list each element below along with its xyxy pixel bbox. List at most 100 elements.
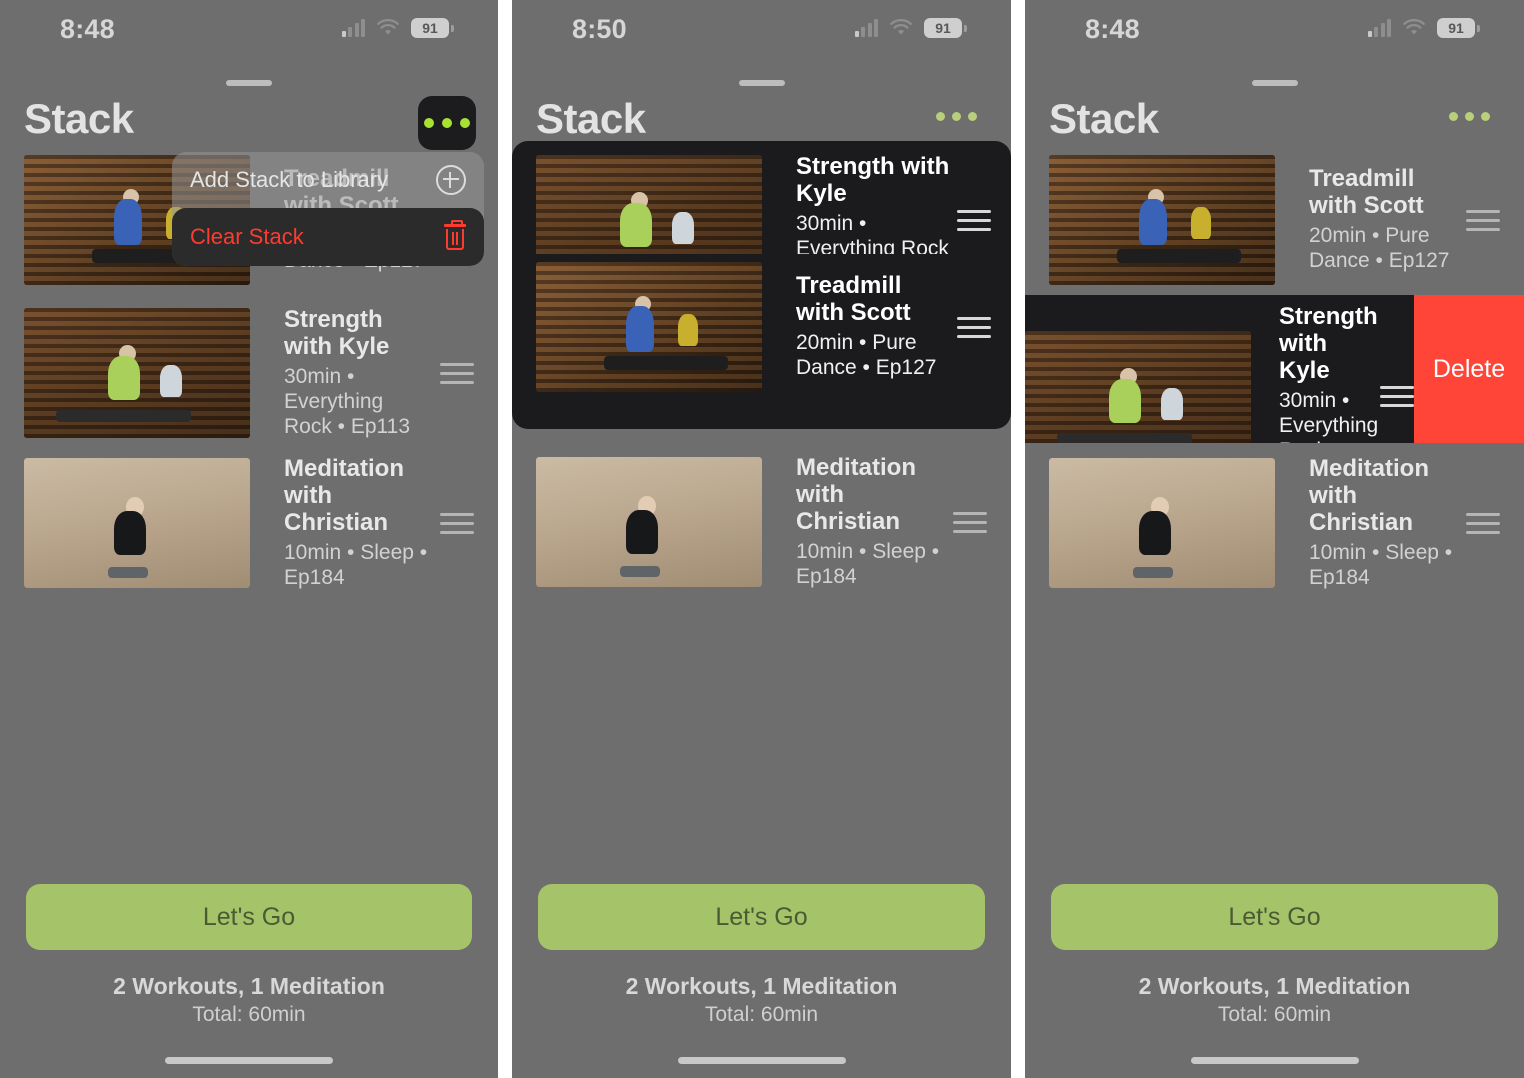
lets-go-button[interactable]: Let's Go xyxy=(26,884,472,950)
home-indicator xyxy=(165,1057,333,1064)
reorder-handle-icon[interactable] xyxy=(953,511,987,533)
list-item-subtitle: 10min • Sleep • Ep184 xyxy=(284,540,428,589)
wifi-icon xyxy=(1402,19,1426,37)
battery-level: 91 xyxy=(422,20,438,36)
phone-panel-menu-open: 8:48 91 Stack Strength with Kyle 30min •… xyxy=(0,0,498,1078)
page-header: Stack xyxy=(0,95,498,152)
more-options-button[interactable] xyxy=(418,96,476,150)
status-bar: 8:48 91 xyxy=(0,14,498,58)
list-item[interactable]: Meditation with Christian 10min • Sleep … xyxy=(1049,455,1500,590)
list-item[interactable]: Strength with Kyle 30min • Everything Ro… xyxy=(24,306,474,439)
swiped-list-item[interactable]: Strength with Kyle 30min • Everything Ro… xyxy=(1025,295,1524,443)
screenshot-stage: 8:48 91 Stack Strength with Kyle 30min •… xyxy=(0,0,1524,1078)
lets-go-button[interactable]: Let's Go xyxy=(538,884,985,950)
more-options-button[interactable] xyxy=(936,112,977,121)
reorder-handle-icon[interactable] xyxy=(1380,385,1414,407)
reorder-handle-icon[interactable] xyxy=(957,316,991,338)
list-item-title: Treadmill with Scott xyxy=(1309,165,1424,220)
status-icons: 91 xyxy=(854,18,967,38)
list-item-title: Treadmill with Scott xyxy=(796,272,911,327)
list-item-title: Meditation with Christian xyxy=(284,455,404,536)
meditation-thumbnail xyxy=(536,457,762,587)
cellular-signal-icon xyxy=(854,19,878,37)
status-icons: 91 xyxy=(1367,18,1480,38)
trash-icon xyxy=(444,220,466,250)
status-clock: 8:50 xyxy=(572,14,627,44)
reorder-focus-card: Strength with Kyle 30min • Everything Ro… xyxy=(512,141,1011,429)
page-header: Stack xyxy=(1025,98,1524,152)
page-title: Stack xyxy=(1049,95,1159,142)
status-clock: 8:48 xyxy=(60,14,115,44)
lets-go-label: Let's Go xyxy=(1228,902,1321,931)
context-menu: Add Stack to Library Clear Stack xyxy=(172,152,484,266)
panel-gap xyxy=(498,0,512,1078)
summary-counts: 2 Workouts, 1 Meditation xyxy=(625,972,898,999)
sheet-grabber[interactable] xyxy=(1251,80,1298,86)
battery-level: 91 xyxy=(935,20,951,36)
list-item-title: Strength with Kyle xyxy=(1279,303,1378,384)
summary-total: Total: 60min xyxy=(192,1002,306,1026)
summary-counts: 2 Workouts, 1 Meditation xyxy=(113,972,385,999)
meditation-thumbnail xyxy=(1049,458,1275,588)
list-item-title: Meditation with Christian xyxy=(796,454,916,535)
delete-label: Delete xyxy=(1432,354,1506,383)
sheet-grabber[interactable] xyxy=(226,80,272,86)
list-item-subtitle: 20min • Pure Dance • Ep127 xyxy=(796,331,937,380)
list-item-subtitle: 30min • Everything Rock • Ep113 xyxy=(284,364,411,439)
meditation-thumbnail xyxy=(24,458,250,588)
lets-go-label: Let's Go xyxy=(202,902,296,931)
list-item-subtitle: 10min • Sleep • Ep184 xyxy=(1309,540,1453,589)
workout-thumbnail xyxy=(1049,155,1275,285)
menu-item-clear-stack[interactable]: Clear Stack xyxy=(172,208,484,266)
stack-summary: 2 Workouts, 1 Meditation Total: 60min xyxy=(1025,972,1524,1028)
list-item[interactable]: Meditation with Christian 10min • Sleep … xyxy=(24,455,474,590)
cellular-signal-icon xyxy=(1367,19,1391,37)
list-item[interactable]: Treadmill with Scott 20min • Pure Dance … xyxy=(536,254,991,400)
sheet-grabber[interactable] xyxy=(738,80,785,86)
status-icons: 91 xyxy=(341,18,454,38)
list-item[interactable]: Strength with Kyle 30min • Everything Ro… xyxy=(1025,303,1414,443)
status-clock: 8:48 xyxy=(1085,14,1140,44)
reorder-handle-icon[interactable] xyxy=(1466,209,1500,231)
more-options-button[interactable] xyxy=(1449,112,1490,121)
summary-total: Total: 60min xyxy=(1217,1002,1332,1026)
list-item-title: Meditation with Christian xyxy=(1309,455,1429,536)
status-bar: 8:50 91 xyxy=(512,14,1011,58)
list-item-title: Strength with Kyle xyxy=(796,153,950,207)
phone-panel-swipe-delete: 8:48 91 Stack Treadmill with Scott 20min… xyxy=(1025,0,1524,1078)
reorder-handle-icon[interactable] xyxy=(1466,512,1500,534)
list-item-subtitle: 20min • Pure Dance • Ep127 xyxy=(1309,224,1450,273)
list-item-subtitle: 30min • Everything Rock • Ep113 xyxy=(1279,388,1379,443)
stack-summary: 2 Workouts, 1 Meditation Total: 60min xyxy=(512,972,1011,1028)
list-item[interactable]: Treadmill with Scott 20min • Pure Dance … xyxy=(1049,155,1500,285)
battery-level: 91 xyxy=(1448,20,1464,36)
workout-thumbnail xyxy=(1025,331,1251,443)
menu-item-label: Add Stack to Library xyxy=(190,167,389,192)
list-item-title: Strength with Kyle xyxy=(284,306,390,360)
battery-icon: 91 xyxy=(411,18,454,38)
reorder-handle-icon[interactable] xyxy=(440,362,474,384)
wifi-icon xyxy=(889,19,913,37)
list-item[interactable]: Meditation with Christian 10min • Sleep … xyxy=(536,454,987,589)
menu-item-add-stack-to-library[interactable]: Add Stack to Library xyxy=(172,152,484,208)
home-indicator xyxy=(1190,1057,1359,1064)
page-title: Stack xyxy=(24,95,134,142)
menu-item-label: Clear Stack xyxy=(190,224,304,249)
wifi-icon xyxy=(376,19,400,37)
summary-counts: 2 Workouts, 1 Meditation xyxy=(1138,972,1411,999)
page-title: Stack xyxy=(536,95,646,142)
stack-summary: 2 Workouts, 1 Meditation Total: 60min xyxy=(0,972,498,1028)
reorder-handle-icon[interactable] xyxy=(957,209,991,231)
status-bar: 8:48 91 xyxy=(1025,14,1524,58)
plus-circle-icon xyxy=(436,165,466,195)
lets-go-label: Let's Go xyxy=(715,902,808,931)
delete-button[interactable]: Delete xyxy=(1414,295,1524,443)
reorder-handle-icon[interactable] xyxy=(440,512,474,534)
cellular-signal-icon xyxy=(341,19,365,37)
summary-total: Total: 60min xyxy=(704,1002,819,1026)
lets-go-button[interactable]: Let's Go xyxy=(1051,884,1498,950)
panel-gap xyxy=(1011,0,1025,1078)
battery-icon: 91 xyxy=(924,18,967,38)
list-item-subtitle: 10min • Sleep • Ep184 xyxy=(796,539,940,588)
home-indicator xyxy=(677,1057,846,1064)
